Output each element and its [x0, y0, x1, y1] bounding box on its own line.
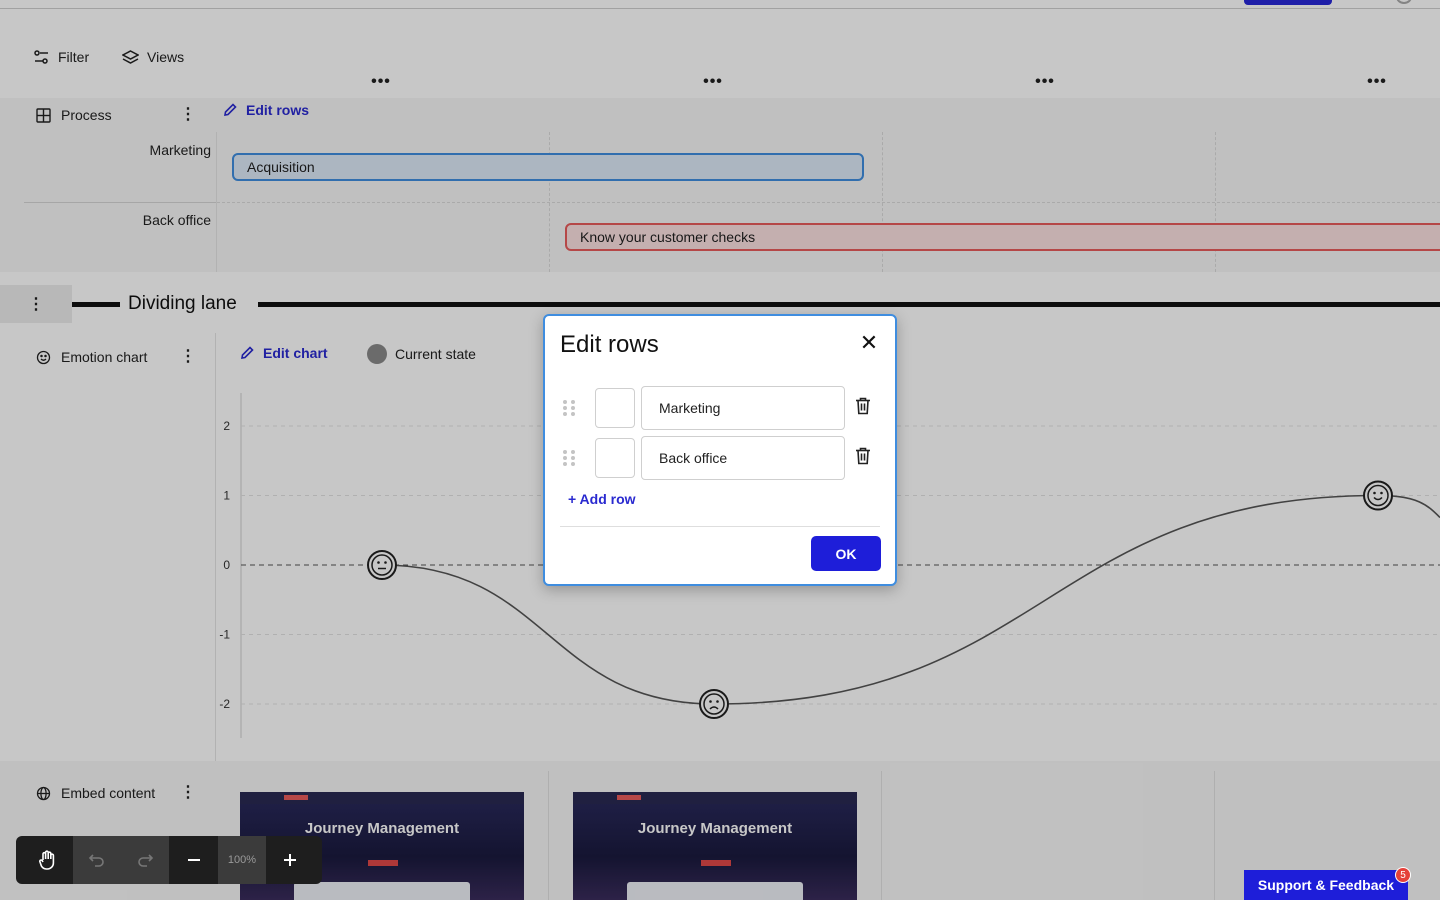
hand-icon [39, 850, 55, 870]
dialog-row [563, 436, 871, 480]
undo-icon [88, 854, 104, 867]
ok-button[interactable]: OK [811, 536, 881, 571]
zoom-out-button[interactable] [170, 836, 218, 884]
drag-handle-icon[interactable] [563, 450, 575, 466]
support-feedback-button[interactable]: Support & Feedback [1244, 870, 1408, 900]
canvas-toolbar: 100% [16, 836, 322, 884]
hand-tool-button[interactable] [24, 836, 72, 884]
plus-icon [284, 854, 296, 866]
minus-icon [188, 859, 200, 861]
notification-badge: 5 [1395, 867, 1411, 883]
dialog-title: Edit rows [560, 331, 659, 358]
redo-icon [138, 854, 154, 867]
row-name-input[interactable] [641, 436, 845, 480]
add-row-button[interactable]: + Add row [568, 491, 636, 507]
redo-button[interactable] [121, 836, 169, 884]
trash-icon[interactable] [855, 447, 871, 470]
dialog-divider [560, 526, 880, 527]
drag-handle-icon[interactable] [563, 400, 575, 416]
zoom-in-button[interactable] [266, 836, 314, 884]
row-color-swatch[interactable] [595, 388, 635, 428]
edit-rows-dialog: Edit rows ✕ + Add row OK [543, 314, 897, 586]
dialog-row [563, 386, 871, 430]
row-name-input[interactable] [641, 386, 845, 430]
undo-button[interactable] [73, 836, 121, 884]
close-icon[interactable]: ✕ [859, 332, 879, 354]
trash-icon[interactable] [855, 397, 871, 420]
zoom-level[interactable]: 100% [218, 836, 266, 884]
row-color-swatch[interactable] [595, 438, 635, 478]
